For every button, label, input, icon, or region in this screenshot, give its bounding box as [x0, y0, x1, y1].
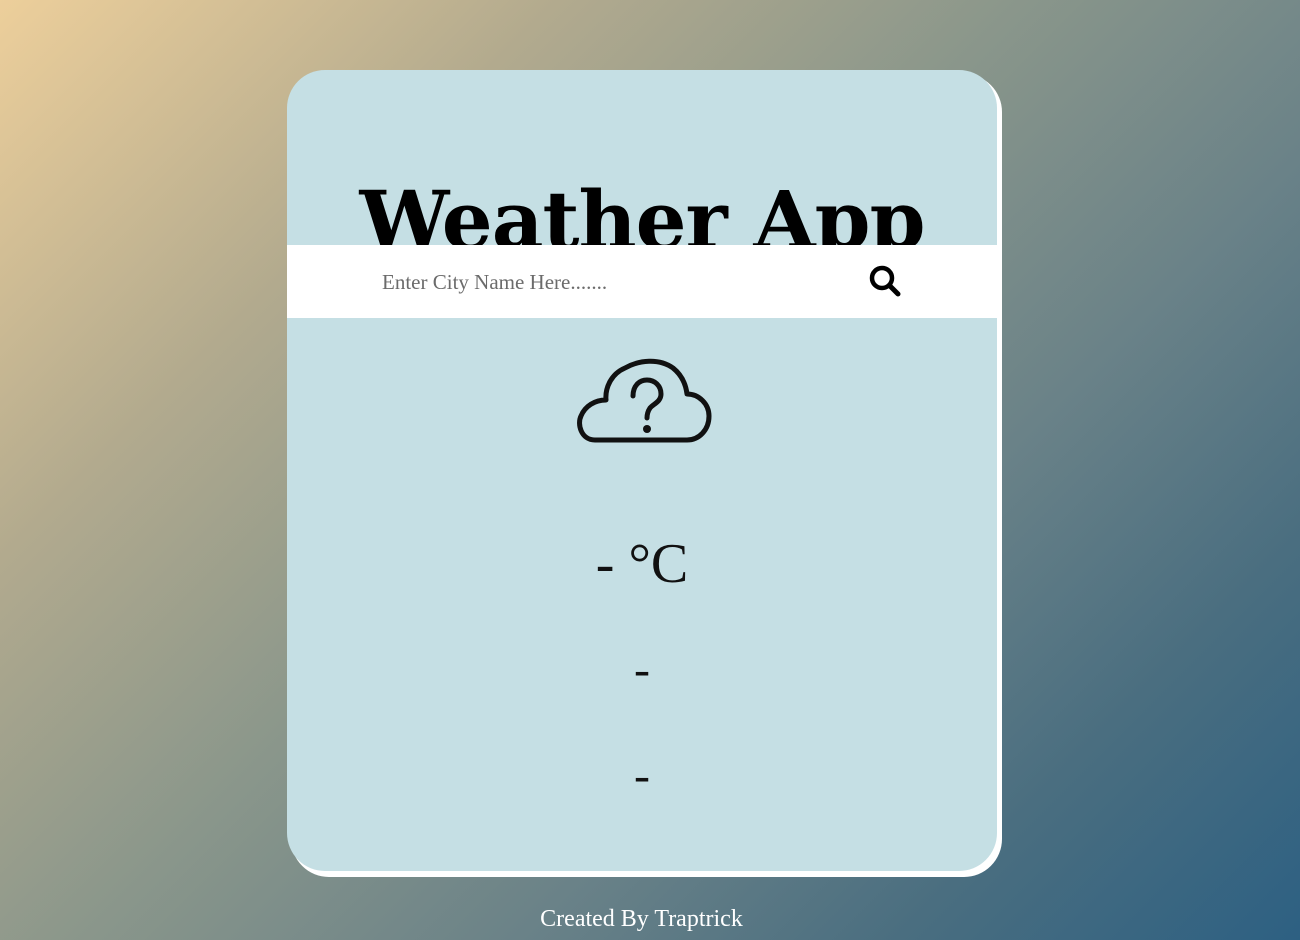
search-icon	[869, 265, 901, 297]
weather-location: -	[634, 749, 650, 802]
temperature: - °C	[595, 533, 689, 595]
weather-description: -	[634, 643, 650, 696]
search-bar	[287, 245, 997, 318]
search-button[interactable]	[867, 263, 905, 301]
footer-credit: Created By Traptrick	[540, 906, 743, 932]
weather-card: Weather App - °C - -	[287, 70, 997, 871]
cloud-question-icon	[575, 352, 713, 448]
city-search-input[interactable]	[382, 263, 822, 301]
